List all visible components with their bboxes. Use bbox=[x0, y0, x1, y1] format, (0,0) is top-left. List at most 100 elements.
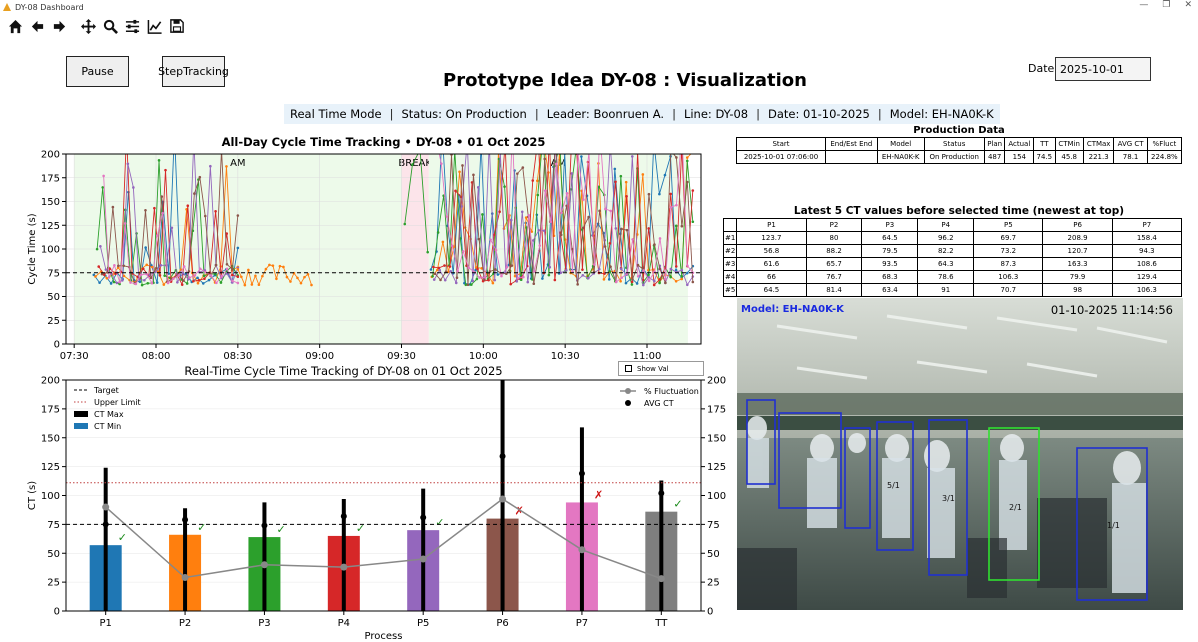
series-point bbox=[140, 283, 144, 287]
home-icon[interactable] bbox=[6, 17, 25, 36]
series-point bbox=[536, 193, 540, 197]
real-time-cycle-time-chart[interactable]: 0 0 25 25 50 50 75 75 100 100 125 125 150 150 175 175 20… bbox=[0, 360, 736, 642]
y-tick-label: 100 bbox=[41, 491, 60, 502]
save-icon[interactable] bbox=[167, 17, 186, 36]
series-point bbox=[441, 240, 445, 244]
all-day-cycle-time-chart[interactable]: AM BREAK AM025507510012515017520007:30 08:0… bbox=[0, 128, 720, 364]
series-point bbox=[680, 277, 684, 281]
series-point bbox=[155, 281, 159, 284]
series-point bbox=[436, 231, 440, 234]
avg-ct-point bbox=[261, 522, 268, 529]
series-point bbox=[669, 267, 673, 271]
series-point bbox=[653, 243, 656, 246]
series-point bbox=[439, 278, 442, 282]
app-icon bbox=[2, 2, 12, 12]
series-point bbox=[236, 267, 240, 271]
pause-button[interactable]: Pause bbox=[66, 56, 129, 87]
series-point bbox=[146, 281, 150, 285]
pan-icon[interactable] bbox=[79, 17, 98, 36]
series-point bbox=[537, 228, 541, 232]
series-point bbox=[125, 132, 128, 135]
production-cell: On Production bbox=[923, 150, 985, 164]
production-header-cell: Status bbox=[923, 137, 985, 151]
series-point bbox=[454, 189, 457, 193]
series-point bbox=[531, 179, 535, 182]
series-point bbox=[310, 283, 313, 287]
series-point bbox=[214, 209, 217, 213]
back-icon[interactable] bbox=[28, 17, 47, 36]
zoom-icon[interactable] bbox=[101, 17, 120, 36]
latest-cell: 76.7 bbox=[805, 270, 863, 284]
chart-title: All-Day Cycle Time Tracking • DY-08 • 01… bbox=[222, 135, 546, 149]
camera-model-text: Model: EH-NA0K-K bbox=[741, 304, 845, 315]
series-point bbox=[437, 266, 441, 270]
production-cell: 224.8% bbox=[1146, 150, 1183, 164]
check-icon: ✓ bbox=[197, 521, 206, 534]
series-point bbox=[225, 267, 229, 271]
series-point bbox=[264, 267, 268, 271]
series-point bbox=[674, 224, 678, 228]
y-tick-label: 75 bbox=[47, 268, 60, 279]
series-point bbox=[117, 264, 120, 268]
series-point bbox=[159, 263, 163, 267]
series-point bbox=[268, 263, 271, 267]
restore-icon[interactable]: ❐ bbox=[1162, 0, 1170, 10]
latest-header-cell: P7 bbox=[1111, 218, 1183, 232]
series-point bbox=[182, 265, 186, 268]
camera-feed: Model: EH-NA0K-K 01-10-2025 11:14:56 5/1… bbox=[737, 298, 1183, 610]
series-point bbox=[471, 279, 475, 283]
latest-cell: #5 bbox=[722, 283, 738, 297]
date-label: Date bbox=[1028, 62, 1055, 75]
series-point bbox=[456, 269, 460, 273]
window-titlebar: DY-08 Dashboard — ❐ ✕ bbox=[0, 0, 1198, 14]
series-point bbox=[564, 269, 568, 272]
series-point bbox=[150, 281, 154, 285]
series-point bbox=[209, 274, 213, 277]
series-point bbox=[675, 156, 678, 159]
series-point bbox=[99, 244, 102, 248]
fluctuation-point bbox=[657, 575, 665, 583]
production-cell: 78.1 bbox=[1113, 150, 1148, 164]
camera-box-label: 3/1 bbox=[942, 494, 955, 503]
fluctuation-point bbox=[181, 574, 189, 582]
status-date: Date: 01-10-2025 bbox=[768, 107, 870, 121]
series-point bbox=[602, 278, 606, 281]
x-tick-label: P6 bbox=[496, 618, 508, 629]
latest-cell: 69.7 bbox=[973, 231, 1044, 245]
series-point bbox=[647, 279, 651, 283]
series-point bbox=[132, 186, 135, 189]
series-point bbox=[426, 250, 429, 254]
legend-label: CT Max bbox=[94, 410, 124, 419]
series-point bbox=[95, 247, 99, 251]
series-point bbox=[635, 282, 639, 285]
series-point bbox=[285, 275, 289, 279]
production-header-cell: Actual bbox=[1004, 137, 1035, 151]
y-axis-label: Cycle Time (s) bbox=[27, 213, 38, 284]
series-point bbox=[202, 274, 206, 278]
series-point bbox=[107, 276, 111, 279]
latest-header-cell: P3 bbox=[861, 218, 919, 232]
series-point bbox=[614, 280, 618, 284]
edit-axis-icon[interactable] bbox=[145, 17, 164, 36]
series-point bbox=[219, 281, 223, 284]
date-input[interactable] bbox=[1055, 57, 1151, 81]
minimize-icon[interactable]: — bbox=[1139, 0, 1148, 10]
close-icon[interactable]: ✕ bbox=[1184, 0, 1192, 10]
series-point bbox=[597, 267, 601, 271]
series-point bbox=[619, 267, 623, 271]
forward-icon[interactable] bbox=[50, 17, 69, 36]
y2-tick-label: 0 bbox=[707, 607, 713, 618]
step-tracking-button[interactable]: StepTracking bbox=[158, 56, 229, 87]
series-point bbox=[620, 227, 623, 231]
latest-cell: 123.7 bbox=[736, 231, 807, 245]
configure-subplots-icon[interactable] bbox=[123, 17, 142, 36]
series-point bbox=[636, 275, 640, 278]
chart-title: Real-Time Cycle Time Tracking of DY-08 o… bbox=[184, 364, 502, 378]
latest-ct-title: Latest 5 CT values before selected time … bbox=[793, 205, 1125, 217]
y-tick-label: 150 bbox=[41, 433, 60, 444]
series-point bbox=[247, 268, 250, 272]
series-point bbox=[526, 280, 530, 284]
legend-label: Upper Limit bbox=[94, 398, 141, 407]
series-point bbox=[593, 263, 596, 266]
series-point bbox=[543, 189, 547, 192]
